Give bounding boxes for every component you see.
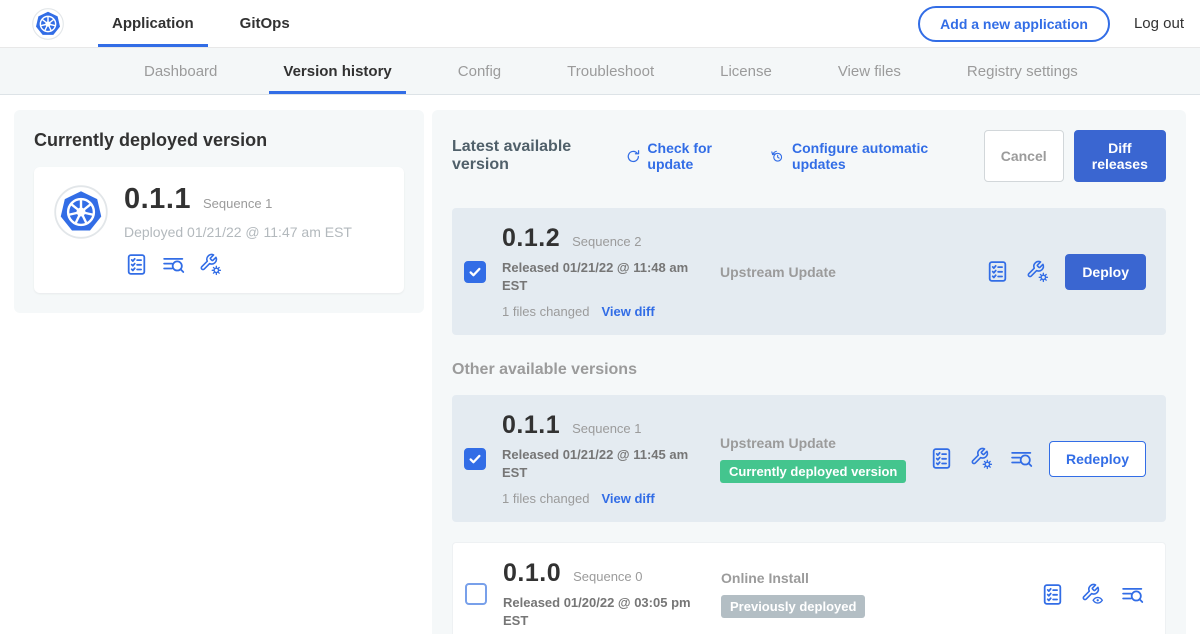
version-source-label: Upstream Update [720,435,929,451]
check-for-update-link[interactable]: Check for update [625,140,748,172]
active-tab-underline [98,44,208,47]
configure-automatic-updates-link[interactable]: Configure automatic updates [769,140,961,172]
tab-gitops[interactable]: GitOps [226,0,304,47]
preflight-checklist-icon[interactable] [985,259,1010,284]
subnav-version-history[interactable]: Version history [269,48,405,94]
top-nav: Application GitOps Add a new application… [0,0,1200,48]
view-diff-link[interactable]: View diff [601,304,654,319]
check-icon [468,452,482,466]
sequence-label: Sequence 0 [573,569,642,584]
currently-deployed-card: Currently deployed version 0.1.1 Sequenc… [14,110,424,313]
edit-config-icon[interactable] [198,252,223,277]
version-source-label: Upstream Update [720,264,985,280]
version-number: 0.1.2 [502,224,560,253]
released-timestamp: Released 01/21/22 @ 11:48 am EST [502,259,698,294]
top-nav-tabs: Application GitOps [98,0,322,47]
tab-application-label: Application [112,15,194,32]
released-timestamp: Released 01/20/22 @ 03:05 pm EST [503,594,699,629]
view-diff-link[interactable]: View diff [601,491,654,506]
check-icon [468,265,482,279]
view-logs-icon[interactable] [161,252,186,277]
subnav-license[interactable]: License [706,48,786,94]
deployed-version-number: 0.1.1 [124,183,191,216]
subnav-registry-settings[interactable]: Registry settings [953,48,1092,94]
sequence-label: Sequence 2 [572,234,641,249]
status-badge-currently-deployed: Currently deployed version [720,460,906,483]
latest-available-title: Latest available version [452,138,611,174]
version-checkbox[interactable] [465,583,487,605]
version-checkbox[interactable] [464,261,486,283]
subnav-dashboard[interactable]: Dashboard [130,48,231,94]
version-number: 0.1.1 [502,411,560,440]
version-number: 0.1.0 [503,559,561,588]
cancel-button[interactable]: Cancel [984,130,1064,182]
currently-deployed-title: Currently deployed version [34,130,404,151]
files-changed-label: 1 files changed [502,304,589,319]
logout-button[interactable]: Log out [1134,15,1184,32]
main-content: Currently deployed version 0.1.1 Sequenc… [0,95,1200,634]
edit-config-icon[interactable] [969,446,994,471]
redeploy-button[interactable]: Redeploy [1049,441,1146,477]
add-application-button[interactable]: Add a new application [918,6,1110,42]
diff-releases-button[interactable]: Diff releases [1074,130,1166,182]
preflight-checklist-icon[interactable] [929,446,954,471]
files-changed-label: 1 files changed [502,491,589,506]
view-logs-icon[interactable] [1009,446,1034,471]
view-config-icon[interactable] [1080,582,1105,607]
other-versions-heading: Other available versions [452,361,1166,379]
deployed-version-box: 0.1.1 Sequence 1 Deployed 01/21/22 @ 11:… [34,167,404,293]
sequence-label: Sequence 1 [572,421,641,436]
view-logs-icon[interactable] [1120,582,1145,607]
active-subnav-underline [269,91,405,94]
version-checkbox[interactable] [464,448,486,470]
preflight-checklist-icon[interactable] [1040,582,1065,607]
tab-gitops-label: GitOps [240,15,290,32]
refresh-icon [625,147,642,166]
auto-update-clock-icon [769,147,786,166]
deploy-button[interactable]: Deploy [1065,254,1146,290]
released-timestamp: Released 01/21/22 @ 11:45 am EST [502,446,698,481]
app-sub-nav: Dashboard Version history Config Trouble… [0,48,1200,95]
status-badge-previously-deployed: Previously deployed [721,595,865,618]
subnav-config[interactable]: Config [444,48,515,94]
edit-config-icon[interactable] [1025,259,1050,284]
deployed-sequence-label: Sequence 1 [203,196,272,211]
version-source-label: Online Install [721,570,1040,586]
kubernetes-logo-icon [32,8,64,40]
deployed-timestamp: Deployed 01/21/22 @ 11:47 am EST [124,224,352,240]
version-history-panel: Latest available version Check for updat… [432,110,1186,634]
version-row-0-1-1: 0.1.1 Sequence 1 Released 01/21/22 @ 11:… [452,395,1166,522]
preflight-checklist-icon[interactable] [124,252,149,277]
tab-application[interactable]: Application [98,0,208,47]
app-kubernetes-icon [54,185,108,239]
version-row-0-1-2: 0.1.2 Sequence 2 Released 01/21/22 @ 11:… [452,208,1166,335]
subnav-troubleshoot[interactable]: Troubleshoot [553,48,668,94]
subnav-view-files[interactable]: View files [824,48,915,94]
version-row-0-1-0: 0.1.0 Sequence 0 Released 01/20/22 @ 03:… [452,542,1166,634]
